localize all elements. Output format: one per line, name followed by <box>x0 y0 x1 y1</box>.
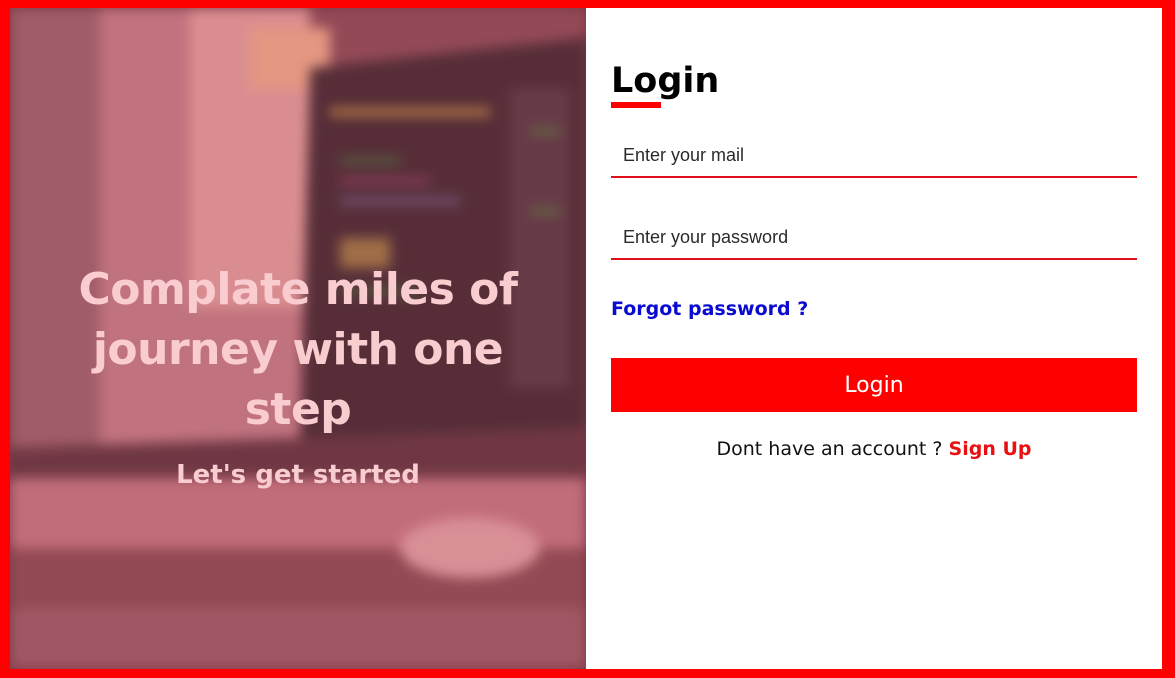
password-field[interactable] <box>611 216 1137 260</box>
hero-subtitle: Let's get started <box>176 460 420 490</box>
login-panel: Login Forgot password ? Login Dont have … <box>586 8 1162 669</box>
signup-link[interactable]: Sign Up <box>949 438 1032 460</box>
hero-panel: Complate miles of journey with one step … <box>10 8 586 669</box>
login-button[interactable]: Login <box>611 358 1137 412</box>
login-card: Complate miles of journey with one step … <box>10 8 1162 669</box>
hero-title: Complate miles of journey with one step <box>78 264 518 435</box>
signup-prompt: Dont have an account ? <box>716 438 949 460</box>
forgot-password-link[interactable]: Forgot password ? <box>611 298 808 320</box>
hero-text: Complate miles of journey with one step … <box>10 260 586 490</box>
email-field[interactable] <box>611 134 1137 178</box>
title-underline <box>611 102 661 108</box>
login-heading: Login <box>611 60 719 108</box>
login-title: Login <box>611 61 720 101</box>
signup-line: Dont have an account ? Sign Up <box>611 438 1137 460</box>
